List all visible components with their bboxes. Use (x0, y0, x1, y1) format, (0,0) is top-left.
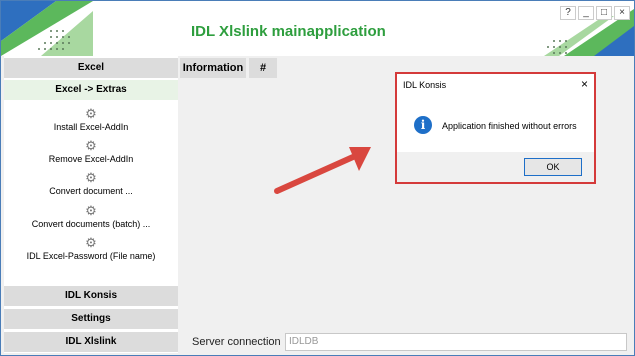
maximize-button[interactable]: □ (596, 6, 612, 20)
tool-install-excel-addin[interactable]: ⚙ Install Excel-AddIn (4, 107, 178, 132)
tab-information[interactable]: Information (180, 58, 246, 78)
gear-icon: ⚙ (85, 138, 97, 153)
tool-remove-excel-addin[interactable]: ⚙ Remove Excel-AddIn (4, 139, 178, 164)
sidebar-section-settings[interactable]: Settings (4, 309, 178, 329)
header-banner: IDL Xlslink mainapplication ? _ □ × (1, 1, 634, 56)
main-window: IDL Xlslink mainapplication ? _ □ × Exce… (0, 0, 635, 356)
tab-number[interactable]: # (249, 58, 277, 78)
dialog-message: Application finished without errors (442, 121, 577, 131)
banner-decoration-left (1, 1, 93, 56)
server-connection-field[interactable]: IDLDB (285, 333, 627, 351)
sidebar-section-idl-konsis[interactable]: IDL Konsis (4, 286, 178, 306)
minimize-button[interactable]: _ (578, 6, 594, 20)
tool-label: Convert documents (batch) ... (31, 219, 151, 229)
tool-label: IDL Excel-Password (File name) (26, 251, 156, 261)
tool-label: Convert document ... (49, 186, 133, 196)
tool-idl-excel-password[interactable]: ⚙ IDL Excel-Password (File name) (4, 236, 178, 261)
gear-icon: ⚙ (85, 235, 97, 250)
tool-label: Remove Excel-AddIn (48, 154, 134, 164)
annotation-arrow (274, 147, 371, 194)
gear-icon: ⚙ (85, 106, 97, 121)
sidebar-section-excel[interactable]: Excel (4, 58, 178, 78)
help-button[interactable]: ? (560, 6, 576, 20)
gear-icon: ⚙ (85, 170, 97, 185)
close-icon[interactable]: × (581, 77, 588, 91)
sidebar-section-excel-extras[interactable]: Excel -> Extras (4, 80, 178, 100)
status-row: Server connection IDLDB (180, 332, 633, 354)
tool-label: Install Excel-AddIn (53, 122, 129, 132)
tool-convert-document[interactable]: ⚙ Convert document ... (4, 171, 178, 196)
app-title: IDL Xlslink mainapplication (191, 23, 386, 40)
dialog-title: IDL Konsis (403, 80, 447, 90)
sidebar: Excel Excel -> Extras ⚙ Install Excel-Ad… (4, 56, 178, 353)
tool-convert-documents-batch[interactable]: ⚙ Convert documents (batch) ... (4, 204, 178, 229)
close-window-button[interactable]: × (614, 6, 630, 20)
server-connection-label: Server connection (192, 336, 281, 348)
ok-button[interactable]: OK (524, 158, 582, 176)
gear-icon: ⚙ (85, 203, 97, 218)
sidebar-section-idl-xlslink[interactable]: IDL Xlslink (4, 332, 178, 352)
dialog-footer: OK (397, 152, 594, 182)
message-dialog: IDL Konsis × i Application finished with… (395, 72, 596, 184)
window-controls: ? _ □ × (560, 6, 630, 20)
info-icon: i (414, 116, 432, 134)
